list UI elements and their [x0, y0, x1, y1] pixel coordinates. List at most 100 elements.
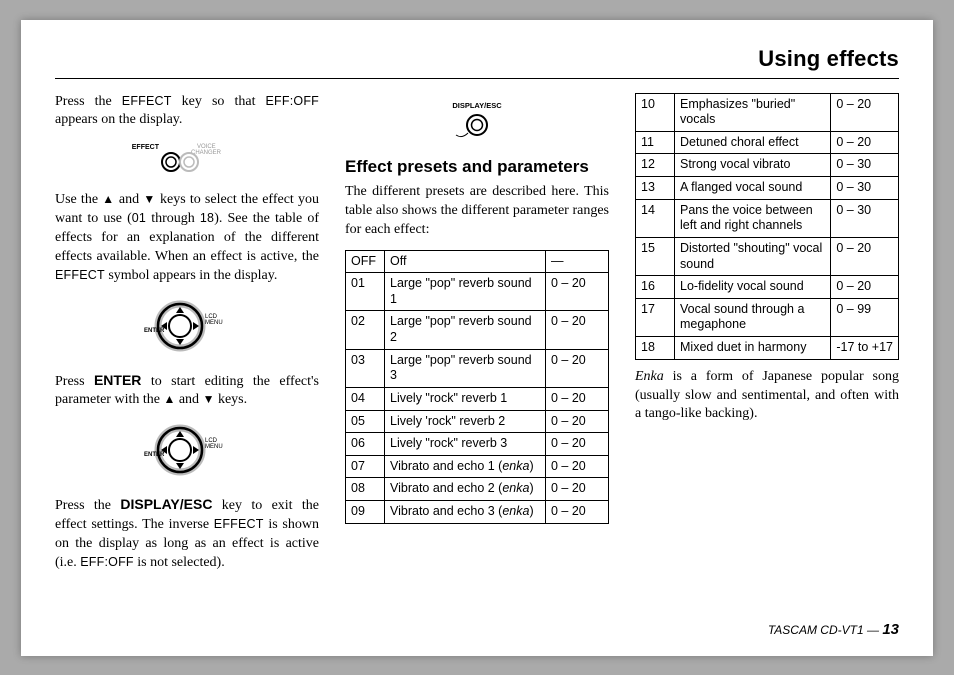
effect-number: 07 — [346, 455, 385, 478]
columns: Press the EFFECT key so that EFF:OFF app… — [55, 93, 899, 583]
para-1: Press the EFFECT key so that EFF:OFF app… — [55, 93, 319, 131]
effect-description: Lo-fidelity vocal sound — [675, 276, 831, 299]
para-2: Use the ▲ and ▼ keys to select the effec… — [55, 191, 319, 285]
title-rule — [55, 78, 899, 79]
effect-number: 04 — [346, 387, 385, 410]
table-row: OFFOff— — [346, 250, 609, 273]
effect-range: 0 – 20 — [831, 276, 899, 299]
effect-description: Emphasizes "buried" vocals — [675, 93, 831, 131]
table-row: 17Vocal sound through a megaphone0 – 99 — [636, 298, 899, 336]
figure-joystick-2: LCD MENU ENTER — [55, 420, 319, 485]
effect-description: Lively "rock" reverb 1 — [385, 387, 546, 410]
effect-symbol-label: EFFECT — [55, 268, 105, 282]
effect-range: 0 – 20 — [546, 410, 609, 433]
effect-range: 0 – 30 — [831, 199, 899, 237]
effect-number: 12 — [636, 154, 675, 177]
effects-table-part-2: 10Emphasizes "buried" vocals0 – 2011Detu… — [635, 93, 899, 360]
table-row: 11Detuned choral effect0 – 20 — [636, 131, 899, 154]
effect-number: 18 — [636, 337, 675, 360]
effect-number: 17 — [636, 298, 675, 336]
text: through — [146, 211, 200, 226]
table-row: 15Distorted "shouting" vocal sound0 – 20 — [636, 237, 899, 275]
effect-number: 06 — [346, 433, 385, 456]
effect-number: 14 — [636, 199, 675, 237]
effect-description: Pans the voice between left and right ch… — [675, 199, 831, 237]
table-row: 08Vibrato and echo 2 (enka)0 – 20 — [346, 478, 609, 501]
effect-number: 15 — [636, 237, 675, 275]
para-3: Press ENTER to start editing the effect'… — [55, 371, 319, 411]
down-arrow-icon: ▼ — [143, 192, 156, 206]
code-01: 01 — [132, 211, 146, 225]
effect-description: Distorted "shouting" vocal sound — [675, 237, 831, 275]
enka-note: Enka is a form of Japanese popular song … — [635, 368, 899, 425]
page: Using effects Press the EFFECT key so th… — [21, 20, 933, 656]
enka-term: Enka — [635, 369, 664, 384]
table-row: 16Lo-fidelity vocal sound0 – 20 — [636, 276, 899, 299]
table-row: 04Lively "rock" reverb 10 – 20 — [346, 387, 609, 410]
column-2: DISPLAY/ESC Effect presets and parameter… — [345, 93, 609, 583]
table-row: 06Lively "rock" reverb 30 – 20 — [346, 433, 609, 456]
effect-number: 01 — [346, 273, 385, 311]
text: keys. — [214, 392, 247, 407]
effect-range: — — [546, 250, 609, 273]
text: Use the — [55, 192, 102, 207]
table-row: 05Lively 'rock" reverb 20 – 20 — [346, 410, 609, 433]
effect-description: Lively "rock" reverb 3 — [385, 433, 546, 456]
page-title: Using effects — [55, 46, 899, 72]
product-label: TASCAM CD-VT1 — — [768, 623, 882, 637]
effect-number: 02 — [346, 311, 385, 349]
text: and — [175, 392, 202, 407]
text: is not selected). — [134, 555, 225, 570]
effect-range: 0 – 20 — [546, 311, 609, 349]
effect-number: 16 — [636, 276, 675, 299]
effect-number: 08 — [346, 478, 385, 501]
effect-range: 0 – 20 — [546, 478, 609, 501]
effect-description: Strong vocal vibrato — [675, 154, 831, 177]
effect-range: 0 – 20 — [546, 349, 609, 387]
effoff-label-2: EFF:OFF — [80, 555, 133, 569]
enter-key-label: ENTER — [94, 372, 141, 388]
figure-label-effect: EFFECT — [132, 144, 160, 151]
effect-description: Mixed duet in harmony — [675, 337, 831, 360]
text: is a form of Japanese popular song (usua… — [635, 369, 899, 422]
effect-range: 0 – 20 — [831, 93, 899, 131]
text: Press the — [55, 498, 120, 513]
table-row: 03Large "pop" reverb sound 30 – 20 — [346, 349, 609, 387]
effect-range: 0 – 30 — [831, 154, 899, 177]
table-row: 13A flanged vocal sound0 – 30 — [636, 177, 899, 200]
effect-number: 11 — [636, 131, 675, 154]
figure-joystick-1: LCD MENU ENTER — [55, 296, 319, 361]
effect-range: 0 – 20 — [546, 433, 609, 456]
section-intro: The different presets are described here… — [345, 183, 609, 240]
up-arrow-icon: ▲ — [102, 192, 115, 206]
table-row: 09Vibrato and echo 3 (enka)0 – 20 — [346, 501, 609, 524]
effect-description: Vibrato and echo 1 (enka) — [385, 455, 546, 478]
table-row: 07Vibrato and echo 1 (enka)0 – 20 — [346, 455, 609, 478]
display-esc-key-label: DISPLAY/ESC — [120, 496, 212, 512]
effect-key-label: EFFECT — [122, 94, 172, 108]
code-18: 18 — [200, 211, 214, 225]
figure-display-esc: DISPLAY/ESC — [345, 99, 609, 148]
effect-description: Off — [385, 250, 546, 273]
effect-range: 0 – 20 — [546, 455, 609, 478]
effect-range: 0 – 20 — [546, 273, 609, 311]
effect-number: 05 — [346, 410, 385, 433]
effect-range: 0 – 99 — [831, 298, 899, 336]
table-row: 12Strong vocal vibrato0 – 30 — [636, 154, 899, 177]
effect-description: Detuned choral effect — [675, 131, 831, 154]
effect-number: OFF — [346, 250, 385, 273]
effect-inverse-label: EFFECT — [214, 517, 264, 531]
menu-label: MENU — [205, 444, 223, 450]
effect-range: 0 – 20 — [831, 237, 899, 275]
enter-label: ENTER — [144, 452, 165, 458]
effect-range: -17 to +17 — [831, 337, 899, 360]
effect-range: 0 – 30 — [831, 177, 899, 200]
table-row: 18Mixed duet in harmony-17 to +17 — [636, 337, 899, 360]
effect-description: Large "pop" reverb sound 2 — [385, 311, 546, 349]
effect-number: 03 — [346, 349, 385, 387]
column-1: Press the EFFECT key so that EFF:OFF app… — [55, 93, 319, 583]
effect-description: Large "pop" reverb sound 3 — [385, 349, 546, 387]
text: Press — [55, 374, 94, 389]
effect-description: A flanged vocal sound — [675, 177, 831, 200]
effects-table-part-1: OFFOff—01Large "pop" reverb sound 10 – 2… — [345, 250, 609, 524]
